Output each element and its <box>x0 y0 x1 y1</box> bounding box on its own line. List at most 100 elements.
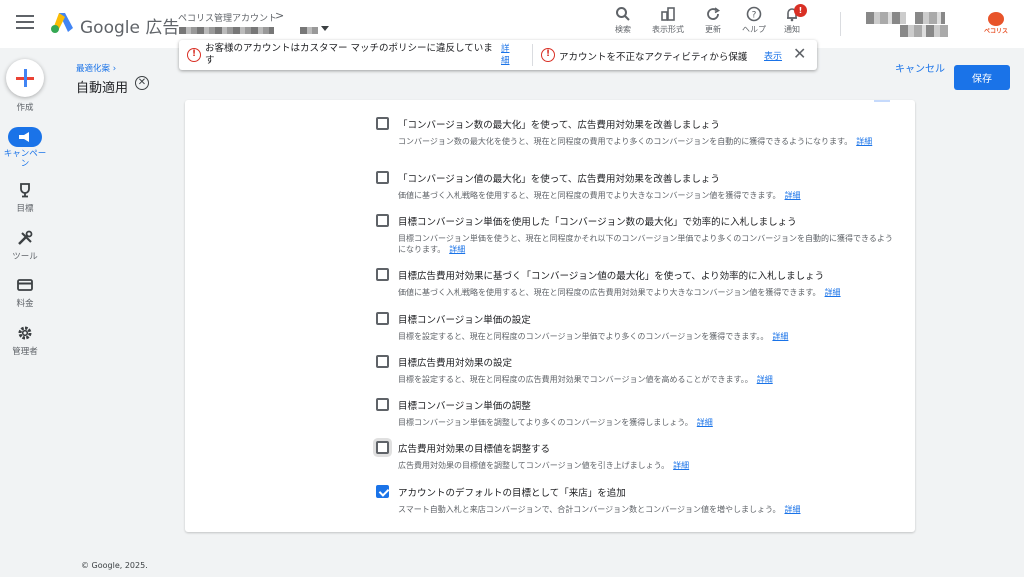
option-checkbox[interactable] <box>376 214 389 227</box>
help-tool[interactable]: ? ヘルプ <box>734 6 774 35</box>
breadcrumb[interactable]: 最適化案 › <box>76 62 116 74</box>
option-checkbox[interactable] <box>376 398 389 411</box>
option-checkbox[interactable] <box>376 171 389 184</box>
user-email-redacted <box>900 25 948 37</box>
tools-label[interactable]: ツール <box>0 250 50 262</box>
account-chevron-icon[interactable]: > <box>275 9 284 22</box>
appearance-tool[interactable]: 表示形式 <box>648 6 688 35</box>
account-avatar[interactable]: ペコリス <box>982 12 1010 38</box>
brand-logo-icon <box>988 12 1004 26</box>
campaigns-label[interactable]: キャンペーン <box>0 149 50 169</box>
google-ads-logo-icon[interactable] <box>50 12 74 34</box>
option-title: 広告費用対効果の目標値を調整する <box>398 444 551 455</box>
user-name-redacted <box>866 12 906 24</box>
option-title: 「コンバージョン数の最大化」を使って、広告費用対効果を改善しましょう <box>398 120 720 131</box>
option-details-link[interactable]: 詳細 <box>757 375 773 384</box>
option-details-link[interactable]: 詳細 <box>673 461 689 470</box>
option-title: 目標コンバージョン単価を使用した「コンバージョン数の最大化」で効率的に入札しまし… <box>398 217 797 228</box>
refresh-tool[interactable]: 更新 <box>693 6 733 35</box>
option-title: アカウントのデフォルトの目標として「来店」を追加 <box>398 488 626 499</box>
account-label[interactable]: ペコリス管理アカウント <box>178 11 277 24</box>
option-description-text: 広告費用対効果の目標値を調整してコンバージョン値を引き上げましょう。 <box>398 461 670 470</box>
gear-icon[interactable] <box>16 324 34 342</box>
trophy-icon[interactable] <box>16 181 34 199</box>
option-details-link[interactable]: 詳細 <box>772 332 788 341</box>
account-id-redacted <box>179 27 274 34</box>
notifications-tool[interactable]: ! 通知 <box>772 4 812 35</box>
account-dropdown-icon[interactable] <box>321 26 329 31</box>
option-description: 目標を設定すると、現在と同程度の広告費用対効果でコンバージョン値を高めることがで… <box>398 374 893 385</box>
product-name: Google 広告 <box>80 18 180 38</box>
save-button[interactable]: 保存 <box>954 65 1010 90</box>
notifications-label: 通知 <box>784 25 800 34</box>
brand-text: ペコリス <box>983 28 1008 35</box>
warning-icon: ! <box>187 48 201 62</box>
notification-badge: ! <box>794 4 807 17</box>
search-icon <box>616 7 630 21</box>
option-details-link[interactable]: 詳細 <box>785 191 801 200</box>
option-description-text: 目標コンバージョン単価を使うと、現在と同程度かそれ以下のコンバージョン単価でより… <box>398 234 893 254</box>
option-description: 目標コンバージョン単価を調整してより多くのコンバージョンを獲得しましょう。 詳細 <box>398 417 893 428</box>
help-label: ヘルプ <box>742 25 766 34</box>
option-details-link[interactable]: 詳細 <box>697 418 713 427</box>
option-checkbox[interactable] <box>376 268 389 281</box>
svg-text:?: ? <box>752 11 757 21</box>
page-title: 自動適用 <box>76 81 129 96</box>
breadcrumb-chevron-icon: › <box>112 64 117 74</box>
option-description: コンバージョン数の最大化を使うと、現在と同程度の費用でより多くのコンバージョンを… <box>398 136 893 147</box>
help-icon: ? <box>746 6 762 22</box>
warning-icon: ! <box>541 48 555 62</box>
refresh-icon <box>707 7 720 20</box>
option-description: 目標を設定すると、現在と同程度のコンバージョン単価でより多くのコンバージョンを獲… <box>398 331 893 342</box>
create-button[interactable] <box>6 59 44 97</box>
close-icon[interactable]: ✕ <box>793 45 806 63</box>
option-description-text: 目標コンバージョン単価を調整してより多くのコンバージョンを獲得しましょう。 <box>398 418 693 427</box>
refresh-label: 更新 <box>705 25 721 34</box>
option-details-link[interactable]: 詳細 <box>784 505 800 514</box>
option-title: 目標コンバージョン単価の設定 <box>398 315 531 326</box>
option-checkbox[interactable] <box>376 485 389 498</box>
option-description: 価値に基づく入札戦略を使用すると、現在と同程度の広告費用対効果でより大きなコンバ… <box>398 287 893 298</box>
option-details-link[interactable]: 詳細 <box>856 137 872 146</box>
option-description-text: 目標を設定すると、現在と同程度の広告費用対効果でコンバージョン値を高めることがで… <box>398 375 753 384</box>
banner-divider <box>532 44 533 66</box>
policy-alert-text: お客様のアカウントはカスタマー マッチのポリシーに違反しています <box>205 43 493 66</box>
cancel-button[interactable]: キャンセル <box>894 63 946 77</box>
option-title: 目標広告費用対効果に基づく「コンバージョン値の最大化」を使って、より効率的に入札… <box>398 271 825 282</box>
option-description-text: 目標を設定すると、現在と同程度のコンバージョン単価でより多くのコンバージョンを獲… <box>398 332 769 341</box>
breadcrumb-link[interactable]: 最適化案 <box>76 64 110 74</box>
option-description-text: スマート自動入札と来店コンバージョンで、合計コンバージョン数とコンバージョン値を… <box>398 505 781 514</box>
appearance-icon <box>661 7 675 21</box>
card-icon[interactable] <box>16 276 34 294</box>
policy-alert-link[interactable]: 詳細 <box>501 43 517 67</box>
appearance-label: 表示形式 <box>652 25 684 34</box>
option-title: 目標コンバージョン単価の調整 <box>398 401 531 412</box>
option-title: 「コンバージョン値の最大化」を使って、広告費用対効果を改善しましょう <box>398 174 720 185</box>
option-description: 価値に基づく入札戦略を使用すると、現在と同程度の費用でより大きなコンバージョン値… <box>398 190 893 201</box>
create-label: 作成 <box>16 103 34 113</box>
option-description: 広告費用対効果の目標値を調整してコンバージョン値を引き上げましょう。 詳細 <box>398 460 893 471</box>
account-name-redacted <box>300 27 318 34</box>
tools-icon[interactable] <box>16 229 34 247</box>
close-circle-icon[interactable]: ✕ <box>135 76 149 90</box>
option-details-link[interactable]: 詳細 <box>825 288 841 297</box>
goals-label[interactable]: 目標 <box>0 202 50 214</box>
option-details-link[interactable]: 詳細 <box>449 245 465 254</box>
option-checkbox[interactable] <box>376 441 389 454</box>
header-divider <box>840 12 841 36</box>
card-scroll-indicator <box>874 100 890 102</box>
option-description-text: 価値に基づく入札戦略を使用すると、現在と同程度の広告費用対効果でより大きなコンバ… <box>398 288 821 297</box>
user-name-redacted <box>915 12 945 24</box>
search-label: 検索 <box>615 25 631 34</box>
search-tool[interactable]: 検索 <box>603 6 643 35</box>
admin-label[interactable]: 管理者 <box>0 345 50 357</box>
menu-icon[interactable] <box>16 15 34 29</box>
megaphone-icon <box>19 132 29 142</box>
activity-alert-text: アカウントを不正なアクティビティから保護 <box>559 52 748 63</box>
option-checkbox[interactable] <box>376 355 389 368</box>
option-checkbox[interactable] <box>376 312 389 325</box>
option-checkbox[interactable] <box>376 117 389 130</box>
option-description-text: 価値に基づく入札戦略を使用すると、現在と同程度の費用でより大きなコンバージョン値… <box>398 191 781 200</box>
billing-label[interactable]: 料金 <box>0 297 50 309</box>
activity-alert-link[interactable]: 表示 <box>764 49 782 62</box>
